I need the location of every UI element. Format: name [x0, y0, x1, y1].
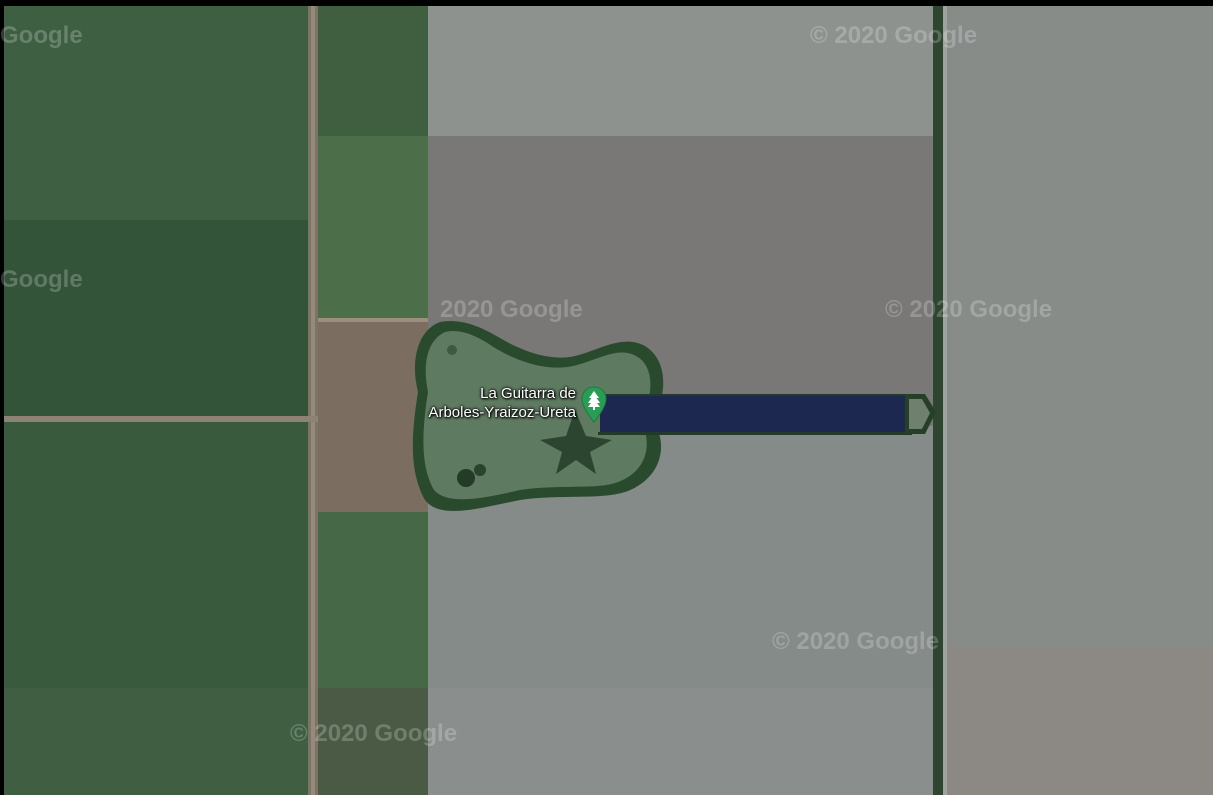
- place-label-line-2: Arboles-Yraizoz-Ureta: [428, 404, 576, 421]
- field-left: [4, 6, 308, 795]
- tree-line-right: [933, 6, 943, 795]
- place-label-line-1: La Guitarra de: [480, 385, 576, 402]
- field-right: [947, 6, 1213, 795]
- place-label[interactable]: La Guitarra de Arboles-Yraizoz-Ureta: [376, 384, 576, 422]
- tree-pin-icon[interactable]: [581, 386, 607, 424]
- road-horizontal: [4, 416, 318, 422]
- map-viewport[interactable]: Google © 2020 Google Google 2020 Google …: [0, 0, 1213, 795]
- guitar-neck: [600, 396, 910, 434]
